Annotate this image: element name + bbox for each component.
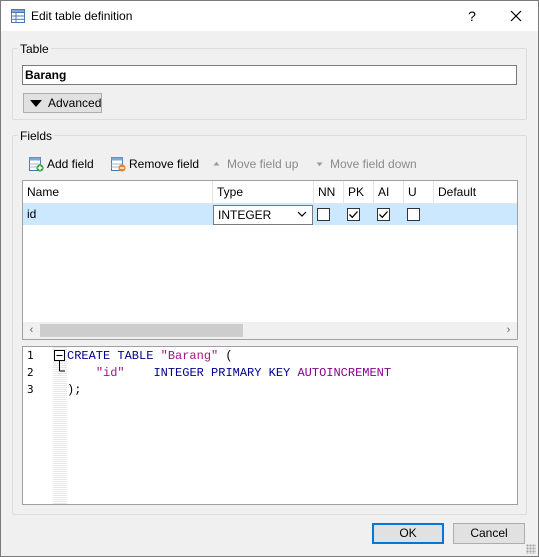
fields-table[interactable]: Name Type NN PK AI U Default id INTEGER (22, 180, 518, 340)
sql-text: ); (67, 383, 82, 397)
remove-field-label: Remove field (129, 157, 200, 171)
move-field-up-button[interactable]: Move field up (212, 154, 298, 174)
triangle-down-icon (30, 99, 42, 107)
scroll-right-icon[interactable]: › (500, 322, 517, 339)
column-header-nn[interactable]: NN (314, 181, 344, 204)
close-icon (510, 10, 522, 22)
line-number: 1 (27, 349, 34, 362)
sql-indent (67, 366, 96, 380)
resize-grip-icon[interactable] (526, 544, 536, 554)
advanced-label: Advanced (48, 96, 102, 110)
title-bar: Edit table definition ? (0, 0, 539, 31)
table-name-input[interactable] (22, 65, 517, 85)
remove-field-button[interactable]: Remove field (110, 154, 199, 174)
sql-string: "Barang" (160, 349, 219, 363)
field-type-value: INTEGER (218, 208, 272, 222)
ok-button[interactable]: OK (372, 523, 444, 544)
remove-field-icon (111, 157, 126, 172)
column-header-default[interactable]: Default (434, 181, 517, 204)
sql-keyword: AUTOINCREMENT (297, 366, 392, 380)
column-header-name[interactable]: Name (23, 181, 213, 204)
table-row[interactable]: id INTEGER (23, 204, 517, 225)
line-number: 2 (27, 366, 34, 379)
add-field-label: Add field (47, 157, 94, 171)
column-header-ai[interactable]: AI (374, 181, 404, 204)
chevron-down-icon (297, 211, 307, 217)
sql-keyword: CREATE TABLE (67, 349, 161, 363)
add-field-icon (29, 157, 44, 172)
column-header-type[interactable]: Type (213, 181, 314, 204)
column-header-u[interactable]: U (404, 181, 434, 204)
sql-preview[interactable]: 1 2 3 CREATE TABLE "Barang" ( "id" INTEG… (22, 346, 518, 505)
close-button[interactable] (505, 5, 527, 27)
u-checkbox[interactable] (407, 208, 420, 221)
sql-keyword: INTEGER PRIMARY KEY (153, 366, 298, 380)
line-number-gutter: 1 2 3 (23, 347, 67, 504)
nn-checkbox[interactable] (317, 208, 330, 221)
help-button[interactable]: ? (463, 5, 481, 27)
scroll-left-icon[interactable]: ‹ (23, 322, 40, 339)
table-header: Name Type NN PK AI U Default (23, 181, 517, 204)
sql-gap (125, 366, 154, 380)
move-field-down-label: Move field down (330, 157, 417, 171)
pk-checkbox[interactable] (347, 208, 360, 221)
field-type-select[interactable]: INTEGER (213, 205, 313, 225)
checkmark-icon (349, 211, 358, 219)
move-field-up-label: Move field up (227, 157, 299, 171)
checkmark-icon (379, 211, 388, 219)
line-number: 3 (27, 383, 34, 396)
horizontal-scrollbar[interactable]: ‹ › (23, 322, 517, 339)
field-default-cell[interactable] (434, 204, 517, 225)
move-field-down-button[interactable]: Move field down (315, 154, 417, 174)
window-title: Edit table definition (31, 9, 133, 23)
ai-checkbox[interactable] (377, 208, 390, 221)
scrollbar-thumb[interactable] (40, 324, 243, 337)
add-field-button[interactable]: Add field (28, 154, 94, 174)
advanced-button[interactable]: Advanced (23, 93, 102, 113)
column-header-pk[interactable]: PK (344, 181, 374, 204)
field-name-cell[interactable]: id (23, 204, 213, 225)
arrow-up-icon (213, 161, 220, 166)
fold-minus-icon[interactable] (53, 349, 67, 389)
arrow-down-icon (316, 162, 323, 167)
fields-group-label: Fields (18, 129, 55, 143)
sql-string: "id" (95, 366, 125, 380)
sql-line-2: "id" INTEGER PRIMARY KEY AUTOINCREMENT (67, 366, 391, 380)
sql-line-1: CREATE TABLE "Barang" ( (67, 349, 233, 363)
table-icon (11, 9, 25, 23)
sql-text: ( (218, 349, 233, 363)
cancel-button[interactable]: Cancel (453, 523, 525, 544)
sql-line-3: ); (67, 383, 81, 397)
table-group-label: Table (18, 42, 51, 56)
